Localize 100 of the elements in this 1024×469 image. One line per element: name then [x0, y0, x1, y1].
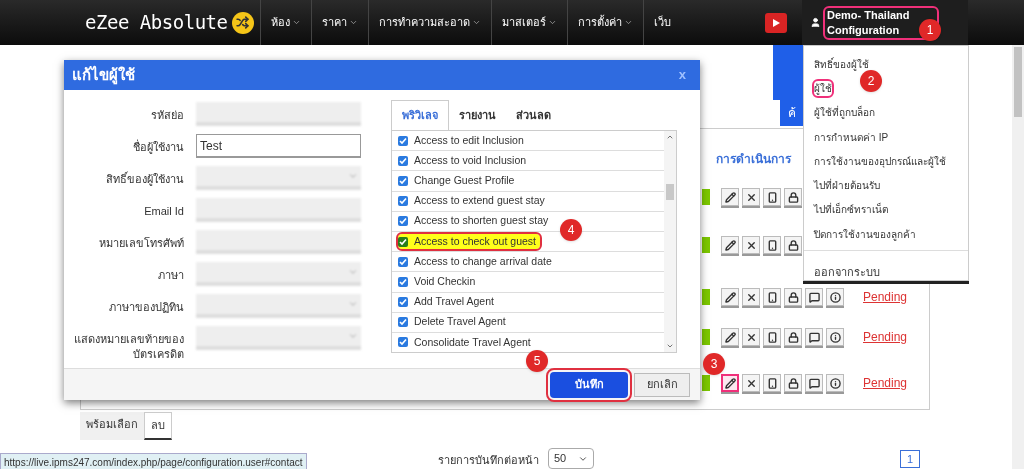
checkbox[interactable] — [398, 196, 408, 207]
scroll-down-icon[interactable] — [666, 342, 674, 350]
privilege-row[interactable]: Delete Travel Agent — [398, 314, 510, 331]
dropdown-item[interactable]: สิทธิ์ของผู้ใช้ — [814, 56, 869, 72]
privilege-row[interactable]: Access to edit Inclusion — [398, 132, 528, 149]
scroll-thumb[interactable] — [666, 183, 674, 200]
checkbox[interactable] — [398, 236, 408, 247]
phone-icon[interactable] — [763, 288, 781, 306]
privilege-row[interactable]: Void Checkin — [398, 274, 480, 290]
lock-icon[interactable] — [784, 374, 802, 392]
close-icon[interactable] — [742, 374, 760, 392]
lock-icon[interactable] — [784, 236, 802, 254]
info-icon[interactable] — [826, 374, 844, 392]
lock-icon[interactable] — [784, 328, 802, 346]
edit-icon[interactable] — [721, 328, 739, 346]
status-link[interactable]: Pending — [863, 328, 908, 346]
checkbox[interactable] — [398, 337, 408, 348]
per-page-select[interactable]: 50 — [548, 448, 594, 469]
dropdown-item[interactable]: ผู้ใช้ — [814, 80, 832, 96]
scroll-up-icon[interactable] — [666, 133, 674, 141]
nav-menu-item[interactable]: ห้อง — [259, 0, 311, 45]
privilege-row[interactable]: Access to check out guest — [398, 233, 540, 250]
nav-menu-item[interactable]: การตั้งค่า — [566, 0, 643, 45]
field-label: ภาษา — [157, 268, 184, 283]
field-label: รหัสย่อ — [150, 108, 184, 123]
input-field[interactable] — [196, 230, 361, 254]
edit-icon[interactable] — [721, 288, 739, 306]
field-label: สิทธิ์ของผู้ใช้งาน — [105, 170, 184, 187]
privilege-row[interactable]: Access to void Inclusion — [398, 152, 531, 169]
checkbox[interactable] — [398, 175, 408, 186]
checkbox[interactable] — [398, 256, 408, 267]
privilege-row[interactable]: Access to shorten guest stay — [398, 213, 553, 230]
status-url: https://live.ipms247.com/index.php/page/configuration.user#contact — [0, 453, 307, 469]
phone-icon[interactable] — [763, 236, 781, 254]
logout-item[interactable]: ออกจากระบบ — [814, 266, 880, 279]
select-field[interactable] — [196, 166, 361, 190]
phone-icon[interactable] — [763, 188, 781, 206]
page-scrollbar[interactable] — [1012, 45, 1024, 469]
checkbox[interactable] — [398, 155, 408, 166]
lock-icon[interactable] — [784, 288, 802, 306]
close-icon[interactable] — [742, 288, 760, 306]
checkbox[interactable] — [398, 276, 408, 287]
field-label: Email Id — [143, 204, 184, 219]
chat-icon[interactable] — [805, 374, 823, 392]
select-field[interactable] — [196, 294, 361, 318]
info-icon[interactable] — [826, 288, 844, 306]
chat-icon[interactable] — [805, 288, 823, 306]
privilege-row[interactable]: Consolidate Travel Agent — [398, 334, 535, 351]
app-logo[interactable]: eZee Absolute — [85, 8, 228, 37]
cancel-button[interactable]: ยกเลิก — [634, 372, 690, 397]
checkbox[interactable] — [398, 216, 408, 227]
privilege-row[interactable]: Access to extend guest stay — [398, 193, 549, 210]
phone-icon[interactable] — [763, 374, 781, 392]
field-label: แสดงหมายเลขท้ายของบัตรเครดิต — [73, 332, 184, 362]
edit-icon[interactable] — [721, 188, 739, 206]
dropdown-item[interactable]: ปิดการใช้งานของลูกค้า — [814, 226, 916, 242]
input-field[interactable] — [196, 198, 361, 222]
status-bar-marker — [702, 237, 710, 253]
field-label: หมายเลขโทรศัพท์ — [98, 236, 184, 251]
bottom-tab[interactable]: พร้อมเลือก — [80, 412, 144, 440]
close-icon[interactable] — [742, 236, 760, 254]
dropdown-item[interactable]: ไปที่ฝ่ายต้อนรับ — [814, 178, 880, 194]
privilege-row[interactable]: Change Guest Profile — [398, 173, 519, 189]
nav-menu-item[interactable]: มาสเตอร์ — [490, 0, 567, 45]
status-bar-marker — [702, 289, 710, 305]
dropdown-item[interactable]: ไปที่เอ็กซ์ทราเน็ต — [814, 202, 888, 218]
nav-menu-item[interactable]: การทำความสะอาด — [367, 0, 491, 45]
status-link[interactable]: Pending — [863, 374, 908, 392]
info-icon[interactable] — [826, 328, 844, 346]
privilege-row[interactable]: Access to change arrival date — [398, 253, 556, 270]
checkbox[interactable] — [398, 135, 408, 146]
edit-icon[interactable] — [721, 236, 739, 254]
nav-menu-item[interactable]: เว็บ — [642, 0, 681, 45]
field-label: ชื่อผู้ใช้งาน — [132, 138, 184, 155]
column-header: การดำเนินการ — [716, 151, 791, 168]
dropdown-item[interactable]: การกำหนดค่า IP — [814, 129, 889, 145]
input-field[interactable]: Test — [196, 134, 361, 158]
status-link[interactable]: Pending — [863, 288, 908, 306]
select-field[interactable] — [196, 262, 361, 286]
checkbox[interactable] — [398, 297, 408, 308]
dropdown-item[interactable]: การใช้งานของอุปกรณ์และผู้ใช้ — [814, 153, 946, 169]
lock-icon[interactable] — [784, 188, 802, 206]
dialog-tab[interactable]: พริวิเลจ — [391, 100, 449, 130]
dialog-tab[interactable]: รายงาน — [449, 100, 506, 130]
select-field[interactable] — [196, 326, 361, 350]
dialog-title: แก้ไขผู้ใช้ — [72, 64, 135, 87]
checkbox[interactable] — [398, 317, 408, 328]
chat-icon[interactable] — [805, 328, 823, 346]
privilege-row[interactable]: Add Travel Agent — [398, 294, 498, 310]
nav-menu-item[interactable]: ราคา — [310, 0, 368, 45]
youtube-icon[interactable] — [765, 12, 787, 33]
close-icon[interactable] — [742, 328, 760, 346]
bottom-tab[interactable]: ลบ — [144, 412, 172, 440]
close-icon[interactable] — [742, 188, 760, 206]
page-number[interactable]: 1 — [900, 450, 920, 468]
input-field[interactable] — [196, 102, 361, 126]
phone-icon[interactable] — [763, 328, 781, 346]
dialog-tab[interactable]: ส่วนลด — [506, 100, 561, 130]
list-scrollbar[interactable] — [664, 131, 676, 352]
edit-icon[interactable] — [721, 374, 739, 392]
